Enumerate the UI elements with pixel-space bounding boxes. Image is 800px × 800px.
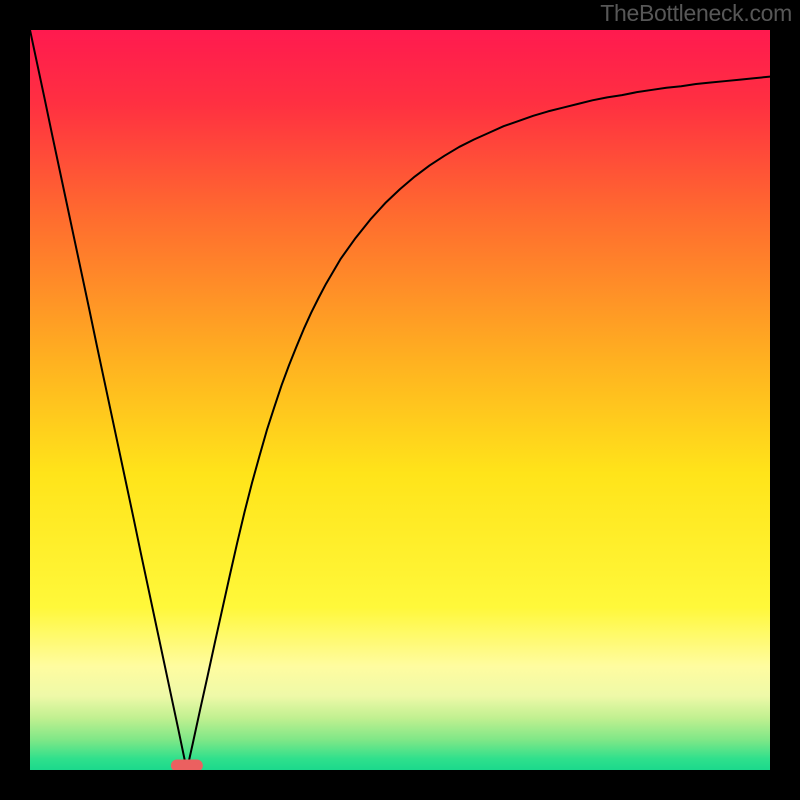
gradient-background [30,30,770,770]
chart-frame: TheBottleneck.com [0,0,800,800]
minimum-marker [171,760,203,770]
watermark: TheBottleneck.com [600,0,792,27]
chart-plot [30,30,770,770]
